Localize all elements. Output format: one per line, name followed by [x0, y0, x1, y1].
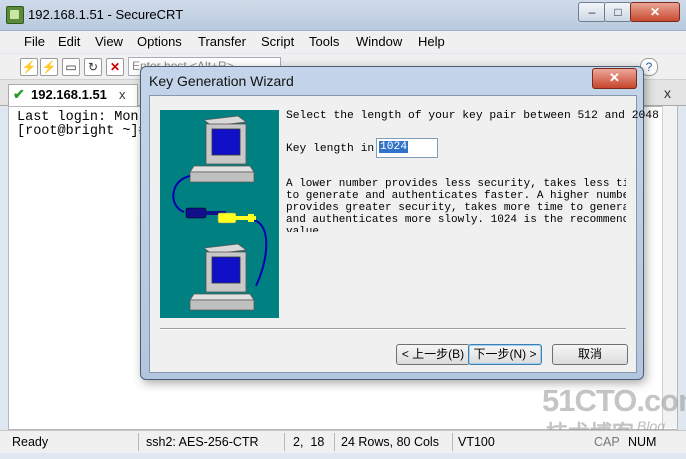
tab-label: 192.168.1.51 — [31, 87, 107, 102]
status-caps: CAP — [594, 435, 620, 449]
status-cipher: ssh2: AES-256-CTR — [146, 435, 259, 449]
status-size: 24 Rows, 80 Cols — [341, 435, 439, 449]
dialog-divider — [160, 328, 626, 330]
connect-in-tab-icon[interactable]: ▭ — [62, 58, 80, 76]
status-cursor: 2, 18 — [293, 435, 325, 449]
menu-window[interactable]: Window — [356, 34, 402, 49]
terminal-line: Last login: Mon — [17, 110, 139, 125]
securecrt-app-icon — [6, 6, 24, 24]
key-exchange-illustration — [160, 110, 279, 318]
status-separator — [452, 433, 453, 451]
menu-tools[interactable]: Tools — [309, 34, 339, 49]
key-length-label: Key length in — [286, 143, 375, 155]
terminal-scrollbar[interactable] — [662, 106, 677, 428]
menu-edit[interactable]: Edit — [58, 34, 80, 49]
window-title: 192.168.1.51 - SecureCRT — [28, 7, 184, 22]
title-bar[interactable]: 192.168.1.51 - SecureCRT – □ ✕ — [0, 0, 686, 31]
connected-check-icon: ✔ — [13, 86, 25, 102]
key-length-prompt: Select the length of your key pair betwe… — [286, 110, 659, 122]
menu-file[interactable]: File — [24, 34, 45, 49]
terminal-line: [root@bright ~]# — [17, 124, 147, 139]
key-length-input[interactable]: 1024 — [376, 138, 438, 158]
status-separator — [334, 433, 335, 451]
status-bar: Ready ssh2: AES-256-CTR 2, 18 24 Rows, 8… — [0, 430, 686, 453]
next-button[interactable]: 下一步(N) > — [468, 344, 542, 365]
menu-script[interactable]: Script — [261, 34, 294, 49]
maximize-button[interactable]: □ — [604, 2, 632, 22]
computers-key-icon — [160, 110, 279, 318]
cancel-button[interactable]: 取消 — [552, 344, 628, 365]
dialog-close-button[interactable]: ✕ — [592, 68, 637, 89]
dialog-title: Key Generation Wizard — [149, 73, 294, 89]
connect-icon[interactable]: ⚡ — [20, 58, 38, 76]
close-window-button[interactable]: ✕ — [630, 2, 680, 22]
status-num: NUM — [628, 435, 657, 449]
key-length-value: 1024 — [379, 141, 409, 153]
quick-connect-icon[interactable]: ⚡ — [40, 58, 58, 76]
session-tab-192-168-1-51[interactable]: ✔ 192.168.1.51 x — [8, 84, 138, 106]
status-separator — [284, 433, 285, 451]
status-separator — [138, 433, 139, 451]
tabbar-close-icon[interactable]: x — [664, 85, 671, 101]
key-length-description: A lower number provides less security, t… — [286, 178, 626, 232]
key-generation-wizard-dialog: Key Generation Wizard ✕ Select the lengt… — [140, 66, 659, 380]
tab-close-icon[interactable]: x — [119, 87, 126, 102]
menu-help[interactable]: Help — [418, 34, 445, 49]
menu-options[interactable]: Options — [137, 34, 182, 49]
status-emulation: VT100 — [458, 435, 495, 449]
status-ready: Ready — [12, 435, 49, 449]
dialog-body: Select the length of your key pair betwe… — [149, 95, 659, 373]
disconnect-icon[interactable]: ✕ — [106, 58, 124, 76]
reconnect-icon[interactable]: ↻ — [84, 58, 102, 76]
minimize-button[interactable]: – — [578, 2, 606, 22]
menu-transfer[interactable]: Transfer — [198, 34, 246, 49]
watermark-logo: 51CTO.com — [542, 383, 686, 418]
menu-bar: File Edit View Options Transfer Script T… — [0, 31, 686, 53]
back-button[interactable]: < 上一步(B) — [396, 344, 470, 365]
menu-view[interactable]: View — [95, 34, 123, 49]
